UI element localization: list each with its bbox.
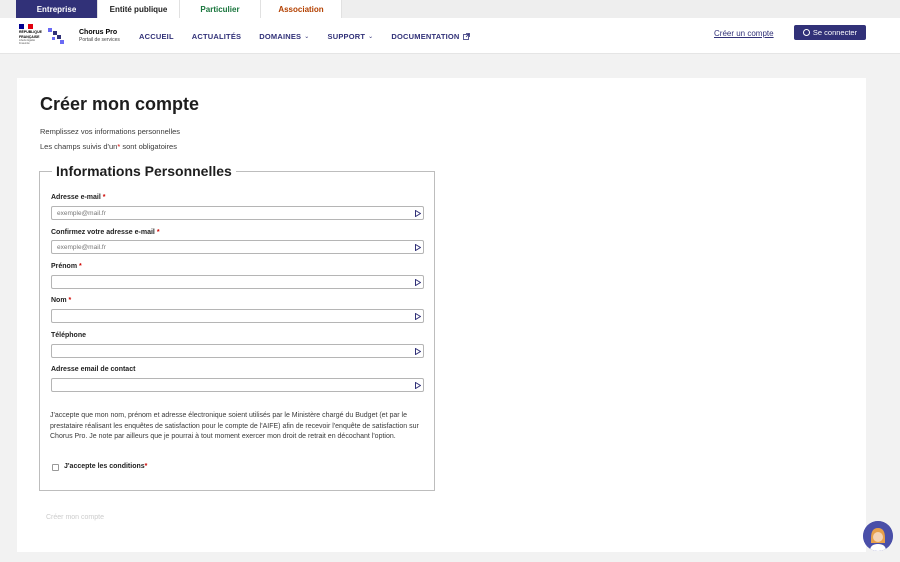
required-note-after: sont obligatoires (122, 142, 177, 151)
phone-field[interactable] (51, 344, 424, 358)
create-account-link[interactable]: Créer un compte (714, 29, 774, 38)
email-field[interactable] (51, 206, 424, 220)
nav-accueil-label: ACCUEIL (139, 31, 174, 41)
contact-email-label: Adresse email de contact (51, 366, 135, 373)
field-indicator-icon (415, 244, 421, 251)
phone-input[interactable] (57, 347, 397, 355)
french-flag-icon (19, 24, 34, 29)
confirm-email-label: Confirmez votre adresse e-mail * (51, 229, 160, 236)
confirm-email-label-text: Confirmez votre adresse e-mail (51, 229, 155, 236)
email-input[interactable] (57, 209, 397, 217)
form-card: Créer mon compte Remplissez vos informat… (17, 78, 866, 552)
contact-email-label-text: Adresse email de contact (51, 366, 136, 373)
field-indicator-icon (415, 279, 421, 286)
brand-subtitle: Portail de services (79, 37, 120, 43)
phone-label: Téléphone (51, 332, 86, 339)
consent-text: J'accepte que mon nom, prénom et adresse… (50, 412, 419, 440)
required-star: * (79, 263, 82, 270)
marianne-logo[interactable]: RÉPUBLIQUE FRANÇAISE Liberté Égalité Fra… (19, 24, 43, 50)
firstname-input[interactable] (57, 278, 397, 286)
lastname-input[interactable] (57, 312, 397, 320)
required-star: * (68, 297, 72, 304)
firstname-label: Prénom * (51, 263, 82, 270)
login-button-label: Se connecter (812, 28, 858, 37)
required-note-before: Les champs suivis d'un (40, 142, 118, 151)
field-indicator-icon (415, 313, 421, 320)
intro-text: Remplissez vos informations personnelles (40, 127, 181, 136)
email-label: Adresse e-mail * (51, 194, 106, 201)
audience-tabs: Entreprise Entité publique Particulier A… (0, 0, 900, 18)
tab-entite-publique[interactable]: Entité publique (98, 0, 180, 18)
lastname-field[interactable] (51, 309, 424, 323)
email-label-text: Adresse e-mail (51, 194, 101, 201)
lastname-label: Nom * (51, 297, 71, 304)
nav-support[interactable]: SUPPORT ⌄ (328, 32, 374, 41)
required-star: * (117, 142, 121, 151)
assistant-face-icon (863, 521, 893, 551)
required-star: * (144, 463, 148, 470)
chevron-down-icon: ⌄ (304, 33, 310, 40)
nav-actualites[interactable]: ACTUALITÉS (192, 32, 242, 41)
nav-accueil[interactable]: ACCUEIL (139, 32, 174, 41)
confirm-email-input[interactable] (57, 243, 397, 251)
main-nav: ACCUEIL ACTUALITÉS DOMAINES ⌄ SUPPORT ⌄ DO… (139, 18, 488, 54)
nav-domaines[interactable]: DOMAINES ⌄ (259, 32, 309, 41)
republic-motto: Liberté Égalité Fraternité (19, 39, 35, 45)
required-star: * (156, 229, 160, 236)
brand-name: Chorus Pro (79, 29, 118, 36)
user-icon (802, 29, 810, 36)
nav-support-label: SUPPORT (327, 31, 366, 41)
chorus-pro-logo-icon (48, 28, 64, 44)
nav-documentation[interactable]: DOCUMENTATION (391, 31, 470, 41)
lastname-label-text: Nom (51, 297, 67, 304)
contact-email-input[interactable] (57, 381, 397, 389)
required-note: Les champs suivis d'un* sont obligatoire… (40, 142, 177, 151)
page-title: Créer mon compte (40, 94, 200, 114)
external-link-icon (462, 32, 470, 40)
field-indicator-icon (415, 210, 421, 217)
confirm-email-field[interactable] (51, 240, 424, 254)
nav-documentation-label: DOCUMENTATION (391, 31, 460, 41)
accept-conditions-checkbox[interactable] (52, 464, 59, 471)
create-account-submit-button[interactable]: Créer mon compte (46, 514, 104, 521)
required-star: * (102, 194, 106, 201)
phone-label-text: Téléphone (51, 332, 87, 339)
site-header: RÉPUBLIQUE FRANÇAISE Liberté Égalité Fra… (0, 18, 900, 54)
tab-particulier[interactable]: Particulier (180, 0, 261, 18)
accept-conditions-label[interactable]: J'accepte les conditions* (64, 463, 147, 470)
assistant-avatar-icon[interactable] (863, 521, 893, 551)
firstname-field[interactable] (51, 275, 424, 289)
tab-association[interactable]: Association (261, 0, 342, 18)
nav-domaines-label: DOMAINES (259, 31, 302, 41)
firstname-label-text: Prénom (51, 263, 78, 270)
login-button[interactable]: Se connecter (794, 25, 866, 40)
fieldset-legend: Informations Personnelles (56, 163, 232, 179)
chevron-down-icon: ⌄ (368, 33, 374, 40)
brand[interactable]: Chorus Pro Portail de services (79, 29, 120, 43)
nav-actualites-label: ACTUALITÉS (191, 31, 242, 41)
accept-conditions-text: J'accepte les conditions (64, 463, 145, 470)
field-indicator-icon (415, 382, 421, 389)
field-indicator-icon (415, 348, 421, 355)
contact-email-field[interactable] (51, 378, 424, 392)
tab-entreprise[interactable]: Entreprise (16, 0, 98, 18)
republic-label-1: RÉPUBLIQUE (19, 30, 42, 34)
